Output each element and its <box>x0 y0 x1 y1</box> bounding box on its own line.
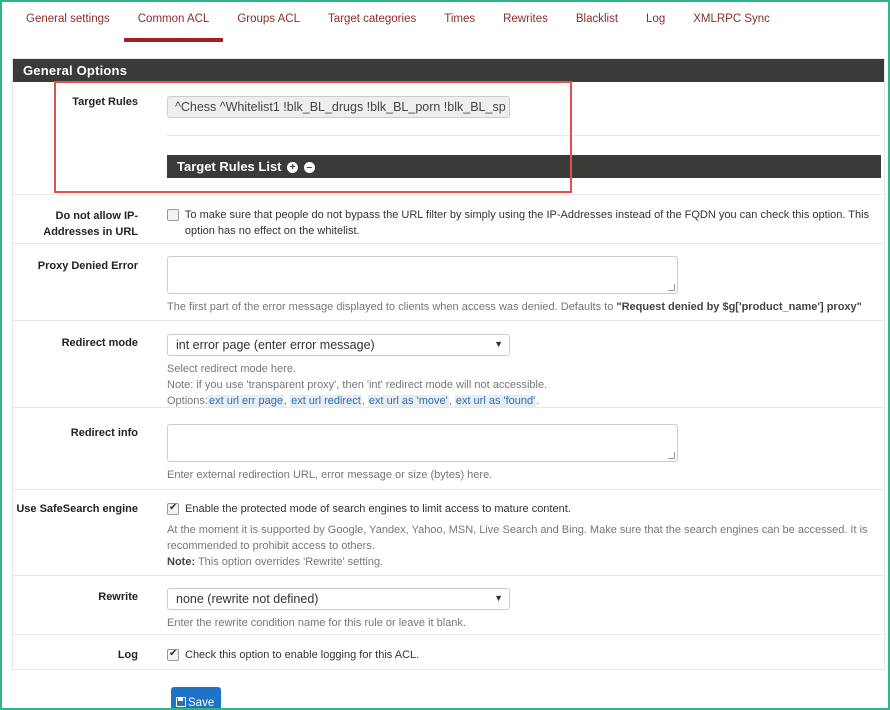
options-end: . <box>536 395 540 407</box>
tab-times[interactable]: Times <box>430 0 489 42</box>
resize-handle-icon[interactable] <box>668 452 675 459</box>
ip-addresses-checkbox[interactable] <box>167 209 179 221</box>
safesearch-label: Use SafeSearch engine <box>16 503 138 515</box>
safesearch-note-label: Note: <box>167 556 196 568</box>
floppy-disk-icon <box>176 697 186 707</box>
options-sep: , <box>448 395 452 407</box>
target-rules-list-header: Target Rules List + – <box>167 155 881 178</box>
option-ext-url-move[interactable]: ext url as 'move' <box>367 395 449 407</box>
option-ext-url-err-page[interactable]: ext url err page <box>207 395 284 407</box>
options-sep: , <box>283 395 288 407</box>
tab-general-settings[interactable]: General settings <box>12 0 124 42</box>
dropdown-arrow-icon: ▼ <box>494 593 503 603</box>
log-label: Log <box>117 649 138 661</box>
redirect-mode-selected: int error page (enter error message) <box>176 338 375 352</box>
safesearch-row: Use SafeSearch engine Enable the protect… <box>13 490 884 576</box>
resize-handle-icon[interactable] <box>668 284 675 291</box>
rewrite-row: Rewrite none (rewrite not defined) ▼ Ent… <box>13 576 884 635</box>
log-text: Check this option to enable logging for … <box>185 649 420 661</box>
save-button[interactable]: Save <box>171 687 221 710</box>
dropdown-arrow-icon: ▼ <box>494 339 503 349</box>
proxy-denied-default: "Request denied by $g['product_name'] pr… <box>616 301 862 313</box>
target-rules-list-title: Target Rules List <box>177 159 282 174</box>
safesearch-text: Enable the protected mode of search engi… <box>185 503 571 515</box>
rewrite-label: Rewrite <box>98 591 138 603</box>
log-checkbox[interactable] <box>167 648 179 661</box>
redirect-info-label: Redirect info <box>70 427 138 439</box>
safesearch-note-text: This option overrides 'Rewrite' setting. <box>195 556 384 568</box>
option-ext-url-redirect[interactable]: ext url redirect <box>290 395 362 407</box>
safesearch-checkbox[interactable] <box>167 502 179 515</box>
proxy-denied-textarea[interactable] <box>167 256 678 294</box>
proxy-denied-row: Proxy Denied Error The first part of the… <box>13 244 884 321</box>
tab-blacklist[interactable]: Blacklist <box>562 0 632 42</box>
log-row: Log Check this option to enable logging … <box>13 635 884 669</box>
safesearch-note: Note: This option overrides 'Rewrite' se… <box>167 554 878 570</box>
save-button-label: Save <box>188 697 215 709</box>
rewrite-help: Enter the rewrite condition name for thi… <box>167 617 466 629</box>
redirect-info-help: Enter external redirection URL, error me… <box>167 469 493 481</box>
rewrite-select[interactable]: none (rewrite not defined) ▼ <box>167 588 510 610</box>
redirect-mode-label: Redirect mode <box>61 337 138 349</box>
minus-circle-icon[interactable]: – <box>303 162 315 174</box>
divider <box>167 135 881 136</box>
tab-common-acl[interactable]: Common ACL <box>123 0 224 42</box>
tab-log[interactable]: Log <box>632 0 679 42</box>
redirect-mode-help-line2: Note: if you use 'transparent proxy', th… <box>167 379 548 391</box>
proxy-denied-label: Proxy Denied Error <box>37 260 138 272</box>
plus-circle-icon[interactable]: + <box>287 162 299 174</box>
target-rules-row: Target Rules ^Chess ^Whitelist1 !blk_BL_… <box>13 82 884 194</box>
ip-addresses-row: Do not allow IP-Addresses in URL To make… <box>13 194 884 244</box>
tab-xmlrpc-sync[interactable]: XMLRPC Sync <box>679 0 784 42</box>
redirect-mode-help-line1: Select redirect mode here. <box>167 363 297 375</box>
redirect-mode-row: Redirect mode int error page (enter erro… <box>13 321 884 408</box>
redirect-mode-options: Options:ext url err page, ext url redire… <box>167 393 878 409</box>
option-ext-url-found[interactable]: ext url as 'found' <box>454 395 537 407</box>
redirect-mode-help: Select redirect mode here. Note: if you … <box>167 361 878 409</box>
target-rules-input[interactable]: ^Chess ^Whitelist1 !blk_BL_drugs !blk_BL… <box>167 96 510 118</box>
proxy-denied-help: The first part of the error message disp… <box>167 299 878 315</box>
redirect-mode-select[interactable]: int error page (enter error message) ▼ <box>167 334 510 356</box>
ip-addresses-text: To make sure that people do not bypass t… <box>184 209 870 237</box>
options-sep: , <box>361 395 365 407</box>
target-rules-label: Target Rules <box>72 96 138 108</box>
options-prefix: Options: <box>167 395 208 407</box>
tab-rewrites[interactable]: Rewrites <box>489 0 562 42</box>
general-options-panel: General Options Target Rules ^Chess ^Whi… <box>12 58 885 670</box>
tab-target-categories[interactable]: Target categories <box>314 0 430 42</box>
proxy-denied-help-text: The first part of the error message disp… <box>167 301 617 313</box>
tab-bar: General settings Common ACL Groups ACL T… <box>12 0 884 42</box>
rewrite-selected: none (rewrite not defined) <box>176 592 319 606</box>
redirect-info-row: Redirect info Enter external redirection… <box>13 408 884 490</box>
redirect-info-textarea[interactable] <box>167 424 678 462</box>
safesearch-help: At the moment it is supported by Google,… <box>167 524 868 552</box>
ip-addresses-label: Do not allow IP-Addresses in URL <box>43 210 138 238</box>
tab-groups-acl[interactable]: Groups ACL <box>223 0 314 42</box>
panel-title: General Options <box>13 59 884 82</box>
